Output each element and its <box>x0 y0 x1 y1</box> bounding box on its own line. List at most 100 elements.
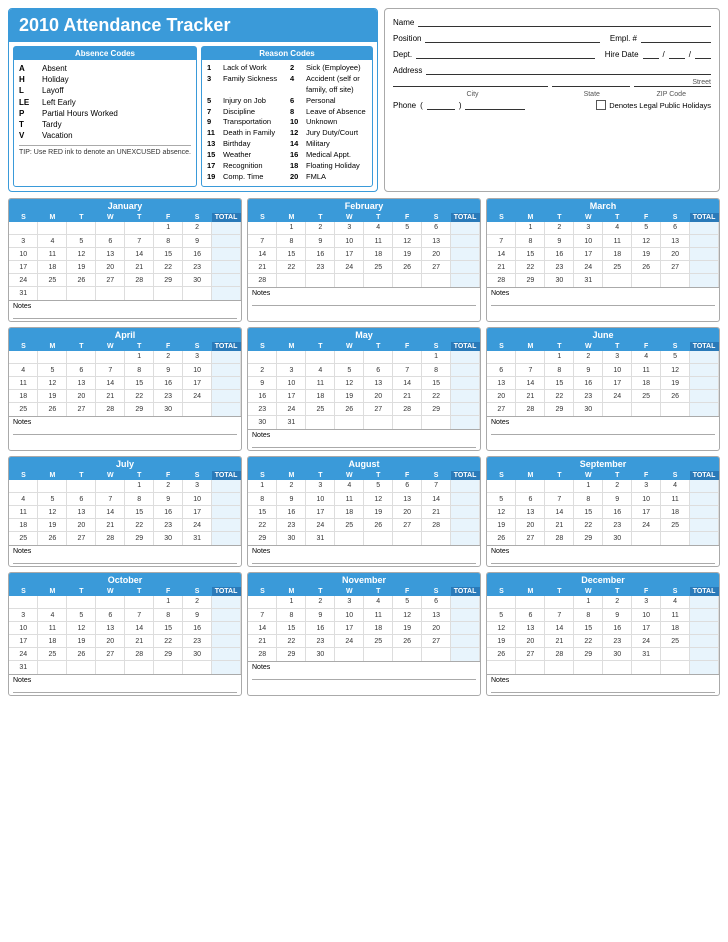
cal-day-cell[interactable]: 27 <box>393 519 422 532</box>
cal-day-cell[interactable]: 24 <box>9 274 38 287</box>
cal-day-cell[interactable] <box>393 532 422 545</box>
cal-day-cell[interactable]: 8 <box>154 609 183 622</box>
cal-day-cell[interactable]: 3 <box>632 596 661 609</box>
cal-day-cell[interactable]: 24 <box>335 261 364 274</box>
cal-day-cell[interactable] <box>248 596 277 609</box>
cal-day-cell[interactable]: 19 <box>487 519 516 532</box>
cal-day-cell[interactable]: 18 <box>306 390 335 403</box>
cal-day-cell[interactable]: 18 <box>632 377 661 390</box>
cal-day-cell[interactable] <box>38 222 67 235</box>
cal-day-cell[interactable]: 8 <box>545 364 574 377</box>
cal-day-cell[interactable]: 5 <box>393 596 422 609</box>
cal-day-cell[interactable]: 26 <box>335 403 364 416</box>
cal-day-cell[interactable] <box>96 596 125 609</box>
cal-day-cell[interactable]: 11 <box>38 622 67 635</box>
cal-day-cell[interactable]: 4 <box>364 596 393 609</box>
cal-day-cell[interactable]: 29 <box>125 532 154 545</box>
cal-day-cell[interactable]: 26 <box>487 532 516 545</box>
cal-day-cell[interactable]: 12 <box>38 377 67 390</box>
cal-day-cell[interactable]: 30 <box>306 648 335 661</box>
cal-day-cell[interactable]: 11 <box>9 377 38 390</box>
cal-day-cell[interactable]: 23 <box>183 635 212 648</box>
cal-day-cell[interactable]: 23 <box>154 519 183 532</box>
cal-day-cell[interactable] <box>364 351 393 364</box>
cal-day-cell[interactable] <box>632 274 661 287</box>
cal-day-cell[interactable] <box>125 222 154 235</box>
cal-day-cell[interactable]: 26 <box>38 403 67 416</box>
cal-day-cell[interactable]: 3 <box>9 609 38 622</box>
cal-day-cell[interactable]: 24 <box>277 403 306 416</box>
cal-day-cell[interactable] <box>335 532 364 545</box>
cal-day-cell[interactable]: 5 <box>38 493 67 506</box>
cal-day-cell[interactable]: 27 <box>487 403 516 416</box>
cal-day-cell[interactable]: 24 <box>335 635 364 648</box>
cal-day-cell[interactable]: 17 <box>574 248 603 261</box>
cal-day-cell[interactable]: 14 <box>96 377 125 390</box>
cal-day-cell[interactable]: 8 <box>154 235 183 248</box>
cal-day-cell[interactable]: 28 <box>125 274 154 287</box>
cal-day-cell[interactable]: 4 <box>661 480 690 493</box>
cal-day-cell[interactable]: 22 <box>516 261 545 274</box>
cal-day-cell[interactable]: 30 <box>603 532 632 545</box>
cal-day-cell[interactable]: 9 <box>154 493 183 506</box>
cal-day-cell[interactable]: 9 <box>183 235 212 248</box>
cal-day-cell[interactable] <box>277 274 306 287</box>
cal-day-cell[interactable]: 12 <box>487 622 516 635</box>
cal-day-cell[interactable] <box>96 351 125 364</box>
cal-day-cell[interactable]: 13 <box>67 506 96 519</box>
zip-field[interactable] <box>634 86 712 87</box>
cal-day-cell[interactable]: 28 <box>125 648 154 661</box>
cal-day-cell[interactable]: 12 <box>661 364 690 377</box>
cal-day-cell[interactable] <box>661 274 690 287</box>
cal-day-cell[interactable]: 7 <box>248 235 277 248</box>
cal-day-cell[interactable]: 11 <box>661 493 690 506</box>
cal-day-cell[interactable]: 13 <box>487 377 516 390</box>
cal-day-cell[interactable]: 27 <box>96 648 125 661</box>
cal-day-cell[interactable]: 28 <box>96 532 125 545</box>
cal-day-cell[interactable]: 4 <box>661 596 690 609</box>
cal-day-cell[interactable] <box>154 661 183 674</box>
cal-day-cell[interactable]: 4 <box>632 351 661 364</box>
cal-day-cell[interactable] <box>335 274 364 287</box>
cal-day-cell[interactable]: 10 <box>9 248 38 261</box>
cal-day-cell[interactable]: 23 <box>183 261 212 274</box>
cal-day-cell[interactable]: 19 <box>38 519 67 532</box>
cal-day-cell[interactable]: 10 <box>277 377 306 390</box>
cal-day-cell[interactable]: 16 <box>574 377 603 390</box>
cal-day-cell[interactable]: 19 <box>393 622 422 635</box>
cal-day-cell[interactable]: 23 <box>248 403 277 416</box>
cal-day-cell[interactable]: 25 <box>335 519 364 532</box>
cal-day-cell[interactable]: 26 <box>67 648 96 661</box>
cal-day-cell[interactable]: 31 <box>9 287 38 300</box>
cal-day-cell[interactable]: 22 <box>154 261 183 274</box>
cal-day-cell[interactable]: 5 <box>487 609 516 622</box>
cal-day-cell[interactable]: 24 <box>306 519 335 532</box>
cal-day-cell[interactable]: 20 <box>516 635 545 648</box>
cal-day-cell[interactable]: 25 <box>603 261 632 274</box>
cal-day-cell[interactable]: 7 <box>248 609 277 622</box>
cal-day-cell[interactable]: 21 <box>125 261 154 274</box>
cal-day-cell[interactable]: 7 <box>96 493 125 506</box>
cal-day-cell[interactable]: 9 <box>277 493 306 506</box>
cal-day-cell[interactable]: 30 <box>183 274 212 287</box>
cal-day-cell[interactable]: 13 <box>96 248 125 261</box>
cal-day-cell[interactable]: 1 <box>574 596 603 609</box>
cal-day-cell[interactable]: 17 <box>335 248 364 261</box>
cal-day-cell[interactable] <box>38 596 67 609</box>
cal-day-cell[interactable]: 22 <box>422 390 451 403</box>
cal-day-cell[interactable]: 31 <box>574 274 603 287</box>
cal-day-cell[interactable] <box>364 416 393 429</box>
cal-day-cell[interactable]: 16 <box>154 377 183 390</box>
hire-date-year[interactable] <box>695 47 711 59</box>
cal-day-cell[interactable]: 3 <box>335 596 364 609</box>
cal-day-cell[interactable]: 15 <box>125 506 154 519</box>
cal-day-cell[interactable]: 26 <box>487 648 516 661</box>
cal-day-cell[interactable] <box>67 351 96 364</box>
cal-day-cell[interactable]: 5 <box>364 480 393 493</box>
cal-day-cell[interactable]: 24 <box>603 390 632 403</box>
cal-day-cell[interactable]: 10 <box>632 493 661 506</box>
cal-day-cell[interactable]: 5 <box>393 222 422 235</box>
cal-day-cell[interactable]: 24 <box>574 261 603 274</box>
cal-day-cell[interactable]: 19 <box>67 635 96 648</box>
cal-day-cell[interactable]: 16 <box>183 622 212 635</box>
